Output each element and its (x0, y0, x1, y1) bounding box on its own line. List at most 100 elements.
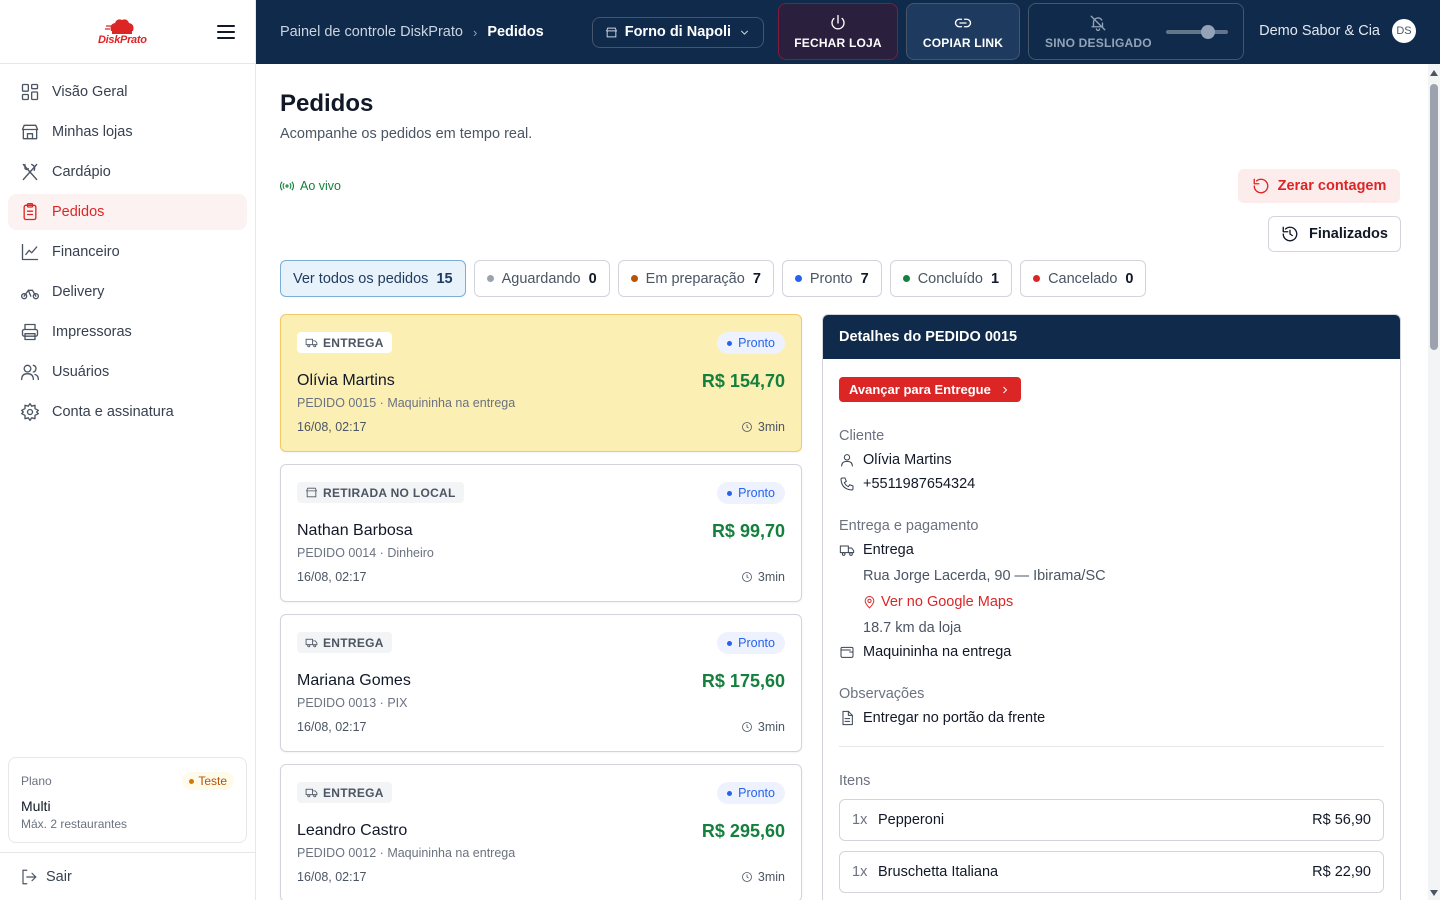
order-date: 16/08, 02:17 (297, 570, 367, 584)
slider-handle[interactable] (1200, 24, 1215, 39)
filter-label: Em preparação (645, 270, 745, 287)
order-card[interactable]: ENTREGA Pronto Leandro Castro R$ 295,60 … (280, 764, 802, 900)
scrollbar-thumb[interactable] (1430, 84, 1438, 350)
sidebar-nav: Visão Geral Minhas lojas Cardápio Pedido… (0, 64, 255, 444)
items-section-label: Itens (839, 773, 871, 789)
filter-count: 15 (436, 270, 453, 287)
copy-link-label: COPIAR LINK (922, 35, 1004, 50)
clock-icon (742, 872, 752, 882)
sidebar-item-minhas-lojas[interactable]: Minhas lojas (8, 114, 247, 150)
sidebar-item-financeiro[interactable]: Financeiro (8, 234, 247, 270)
google-maps-link[interactable]: Ver no Google Maps (863, 594, 1384, 610)
status-dot (486, 275, 494, 282)
delivery-distance: 18.7 km da loja (863, 620, 962, 636)
bell-volume-slider[interactable] (1165, 24, 1228, 39)
filter-em-preparacao[interactable]: Em preparação 7 (617, 260, 774, 297)
users-icon (21, 364, 39, 381)
client-name-row: Olívia Martins (839, 452, 1384, 468)
user-menu[interactable]: Demo Sabor & Cia DS (1259, 19, 1416, 43)
rotate-ccw-icon (1253, 178, 1269, 194)
advance-status-label: Avançar para Entregue (849, 382, 991, 397)
live-indicator: Ao vivo (280, 179, 341, 193)
filter-pronto[interactable]: Pronto 7 (781, 260, 882, 297)
page-scrollbar[interactable] (1428, 64, 1440, 900)
store-select[interactable]: Forno di Napoli (591, 16, 765, 48)
topbar: Painel de controle DiskPrato › Pedidos F… (256, 0, 1440, 64)
order-meta: PEDIDO 0015 · Maquininha na entrega (297, 396, 516, 410)
brand-logo[interactable]: DiskPrato (98, 17, 147, 46)
sidebar-item-conta[interactable]: Conta e assinatura (8, 394, 247, 430)
filter-concluido[interactable]: Concluído 1 (889, 260, 1013, 297)
order-meta: PEDIDO 0014 · Dinheiro (297, 546, 434, 560)
plan-label: Plano (21, 774, 52, 788)
delivery-type: Entrega (863, 542, 914, 558)
order-notes: Entregar no portão da frente (863, 710, 1046, 726)
order-customer: Nathan Barbosa (297, 522, 413, 539)
clock-icon (742, 572, 752, 582)
sidebar-item-label: Financeiro (52, 244, 120, 260)
order-elapsed: 3min (741, 570, 785, 584)
truck-icon (305, 638, 318, 648)
grid-icon (21, 83, 39, 101)
status-dot (902, 275, 910, 282)
order-type-badge: ENTREGA (297, 632, 392, 653)
scroll-down-icon[interactable] (1430, 890, 1438, 896)
client-phone-row: +5511987654324 (839, 476, 1384, 492)
status-filters: Ver todos os pedidos 15 Aguardando 0 Em … (280, 260, 1147, 297)
scroll-up-icon[interactable] (1430, 70, 1438, 76)
bike-icon (21, 289, 39, 300)
order-date: 16/08, 02:17 (297, 870, 367, 884)
sidebar-item-label: Pedidos (52, 204, 105, 220)
sidebar-item-cardapio[interactable]: Cardápio (8, 154, 247, 190)
breadcrumb-root[interactable]: Painel de controle DiskPrato (280, 24, 463, 40)
store-icon (605, 27, 617, 37)
order-card[interactable]: RETIRADA NO LOCAL Pronto Nathan Barbosa … (280, 464, 802, 602)
menu-toggle-icon[interactable] (217, 24, 235, 39)
order-card[interactable]: ENTREGA Pronto Mariana Gomes R$ 175,60 P… (280, 614, 802, 752)
status-badge: Pronto (717, 332, 785, 354)
payment-method: Maquininha na entrega (863, 644, 1012, 660)
delivery-section-label: Entrega e pagamento (839, 518, 979, 534)
filter-aguardando[interactable]: Aguardando 0 (473, 260, 610, 297)
close-store-button[interactable]: FECHAR LOJA (778, 3, 898, 60)
order-total: R$ 99,70 (711, 521, 785, 541)
close-store-label: FECHAR LOJA (794, 35, 882, 50)
sidebar-item-impressoras[interactable]: Impressoras (8, 314, 247, 350)
plan-card: Plano Teste Multi Máx. 2 restaurantes (8, 757, 247, 843)
filter-label: Concluído (917, 270, 983, 287)
filter-label: Ver todos os pedidos (293, 270, 429, 287)
map-pin-icon (864, 595, 875, 609)
item-price: R$ 56,90 (1312, 812, 1371, 828)
client-phone[interactable]: +5511987654324 (863, 476, 975, 492)
order-customer: Mariana Gomes (297, 672, 411, 689)
copy-link-button[interactable]: COPIAR LINK (906, 3, 1020, 60)
sidebar: DiskPrato Visão Geral Minhas lojas Cardá… (0, 0, 256, 900)
finished-orders-button[interactable]: Finalizados (1268, 216, 1401, 252)
divider (839, 746, 1384, 747)
reset-count-button[interactable]: Zerar contagem (1238, 169, 1400, 203)
bell-toggle[interactable]: SINO DESLIGADO (1028, 3, 1244, 60)
details-title: Detalhes do PEDIDO 0015 (823, 315, 1400, 359)
page-title: Pedidos (280, 90, 374, 117)
order-customer: Leandro Castro (297, 822, 408, 839)
order-type-badge: ENTREGA (297, 332, 392, 353)
logout-button[interactable]: Sair (0, 852, 255, 900)
order-card[interactable]: ENTREGA Pronto Olívia Martins R$ 154,70 … (280, 314, 802, 452)
sidebar-item-delivery[interactable]: Delivery (8, 274, 247, 310)
filter-all[interactable]: Ver todos os pedidos 15 (280, 260, 466, 297)
clock-icon (742, 722, 752, 732)
sidebar-item-usuarios[interactable]: Usuários (8, 354, 247, 390)
bell-toggle-label: SINO DESLIGADO (1045, 35, 1152, 50)
delivery-type-row: Entrega (839, 542, 1384, 558)
order-date: 16/08, 02:17 (297, 420, 367, 434)
sidebar-item-visao-geral[interactable]: Visão Geral (8, 74, 247, 110)
logout-label: Sair (46, 868, 72, 885)
breadcrumb-current: Pedidos (487, 24, 544, 40)
broadcast-icon (280, 181, 294, 191)
sidebar-item-label: Conta e assinatura (52, 404, 174, 420)
order-elapsed: 3min (741, 870, 785, 884)
advance-status-button[interactable]: Avançar para Entregue (839, 377, 1021, 402)
filter-cancelado[interactable]: Cancelado 0 (1020, 260, 1147, 297)
sidebar-item-pedidos[interactable]: Pedidos (8, 194, 247, 230)
history-icon (1282, 226, 1298, 242)
